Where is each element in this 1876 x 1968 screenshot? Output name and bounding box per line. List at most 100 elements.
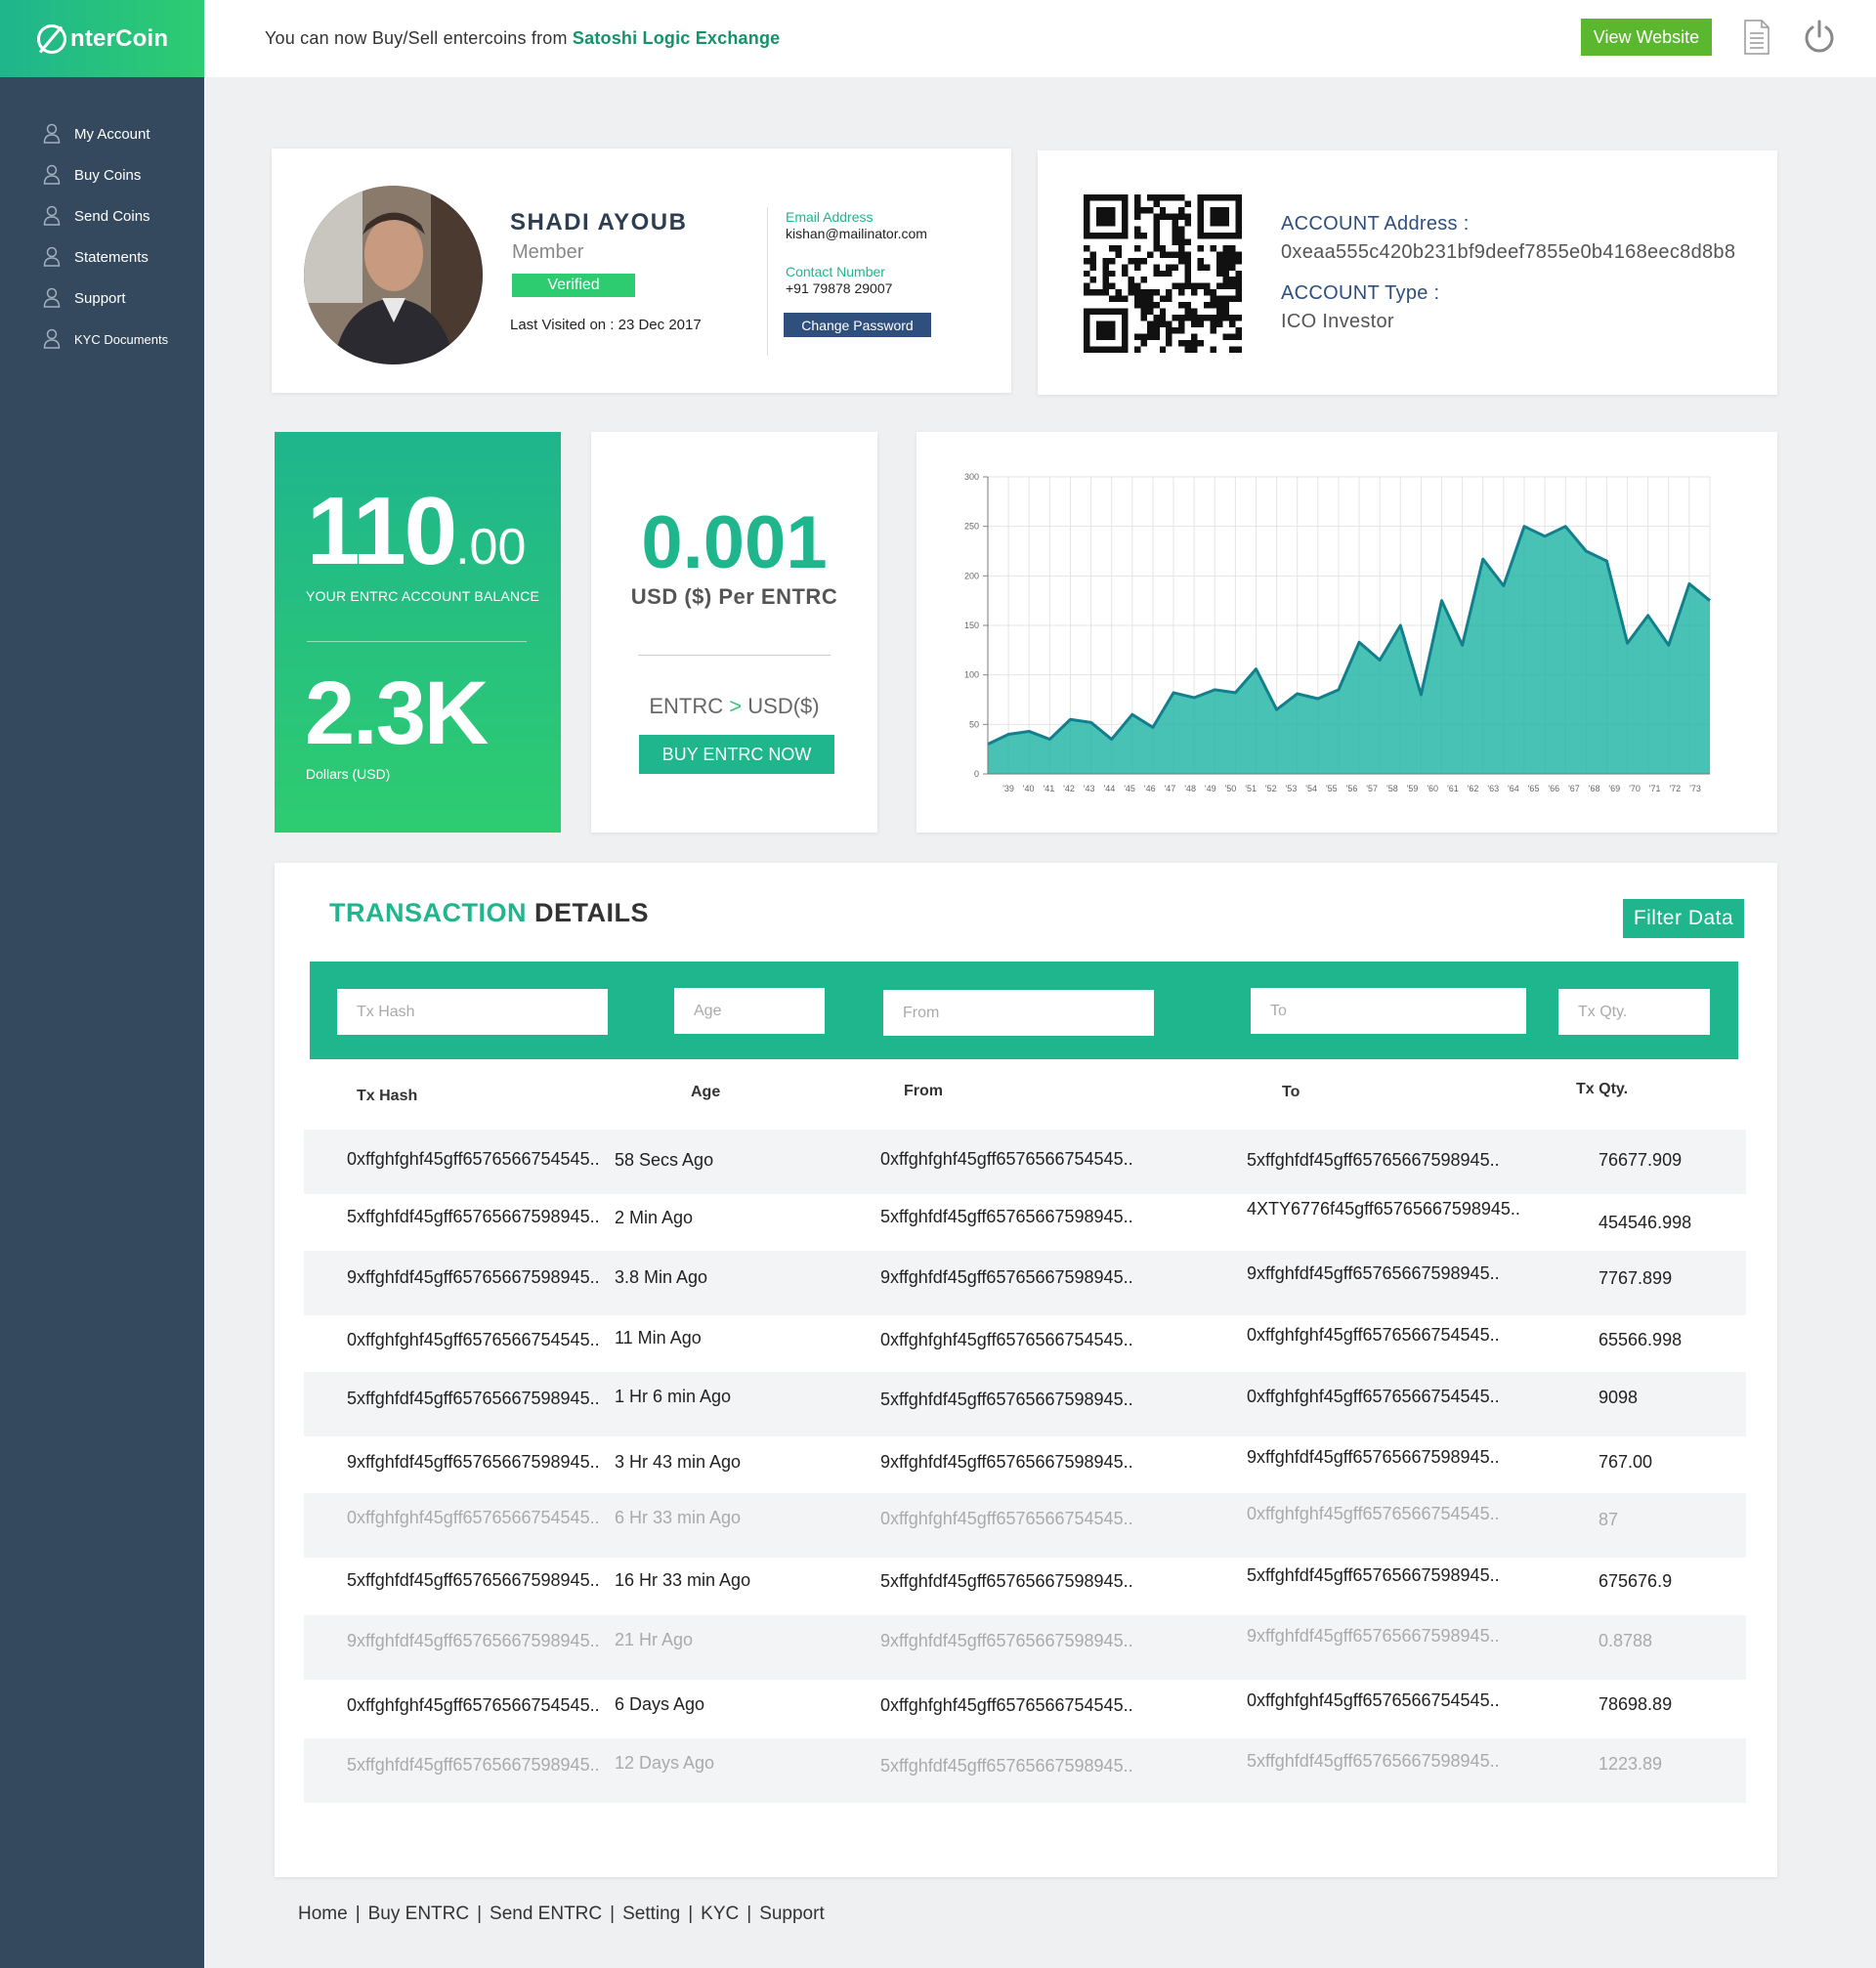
account-address: 0xeaa555c420b231bf9deef7855e0b4168eec8d8… [1281,241,1736,263]
from-cell: 9xffghfdf45gff65765667598945.. [880,1267,1133,1287]
table-row[interactable]: 9xffghfdf45gff65765667598945.. 21 Hr Ago 9… [304,1615,1746,1680]
column-header-tx-hash[interactable]: Tx Hash [357,1088,417,1105]
to-filter-input[interactable] [1251,988,1526,1034]
email-label: Email Address [786,209,874,225]
table-row[interactable]: 0xffghfghf45gff6576566754545.. 11 Min Ago… [304,1312,1746,1377]
age-cell: 21 Hr Ago [615,1630,694,1649]
to-cell: 0xffghfghf45gff6576566754545.. [1247,1504,1500,1523]
tx-qty-cell: 454546.998 [1599,1213,1692,1232]
separator: | [610,1904,616,1924]
sidebar-item-label: Buy Coins [74,166,142,184]
to-cell: 4XTY6776f45gff65765667598945.. [1247,1199,1520,1219]
pair-to: USD($) [747,694,820,718]
entrc-balance-integer: 110 [307,477,457,584]
brand-name: nterCoin [70,24,169,52]
pair-arrow: > [729,694,743,718]
tx-qty-cell: 1223.89 [1599,1754,1663,1774]
x-tick-label: '60 [1427,784,1438,793]
x-tick-label: '54 [1305,784,1317,793]
buy-entrc-button[interactable]: BUY ENTRC NOW [639,735,834,774]
user-icon [43,246,61,268]
footer-link-setting[interactable]: Setting [622,1904,680,1924]
y-tick-label: 300 [964,472,979,482]
table-row[interactable]: 5xffghfdf45gff65765667598945.. 1 Hr 6 min… [304,1372,1746,1436]
profile-name: SHADI AYOUB [510,209,688,235]
x-tick-label: '58 [1386,784,1398,793]
sidebar-item-kyc-documents[interactable]: KYC Documents [0,319,204,360]
rate-label: USD ($) Per ENTRC [630,584,838,609]
x-tick-label: '61 [1447,784,1459,793]
table-row[interactable]: 0xffghfghf45gff6576566754545.. 58 Secs Ag… [304,1130,1746,1194]
user-icon [43,328,61,350]
age-cell: 16 Hr 33 min Ago [615,1570,751,1590]
transaction-details-card: TRANSACTION DETAILS Filter Data Tx Hash … [275,863,1777,1877]
age-filter-input[interactable] [674,988,825,1034]
sidebar-item-send-coins[interactable]: Send Coins [0,195,204,236]
footer-link-kyc[interactable]: KYC [701,1904,739,1924]
balance-card: 110.00 YOUR ENTRC ACCOUNT BALANCE 2.3K D… [275,432,561,833]
price-chart-card: 0 50 100 150 200 250 300 '39 '40 '41 '42 '43 '44 '45 '… [917,432,1777,833]
age-cell: 6 Days Ago [615,1694,705,1714]
to-cell: 9xffghfdf45gff65765667598945.. [1247,1263,1500,1283]
tx-qty-filter-input[interactable] [1558,989,1710,1035]
announcement: You can now Buy/Sell entercoins from Sat… [265,28,780,49]
tx-hash-filter-input[interactable] [337,989,608,1035]
view-website-button[interactable]: View Website [1581,19,1712,56]
table-row[interactable]: 9xffghfdf45gff65765667598945.. 3.8 Min Ag… [304,1251,1746,1315]
to-cell: 9xffghfdf45gff65765667598945.. [1247,1447,1500,1467]
sidebar-item-support[interactable]: Support [0,278,204,319]
table-row[interactable]: 0xffghfghf45gff6576566754545.. 6 Hr 33 mi… [304,1493,1746,1558]
entrc-balance: 110.00 [307,483,526,578]
rate-value: 0.001 [641,501,828,584]
from-cell: 5xffghfdf45gff65765667598945.. [880,1207,1133,1226]
entrc-balance-decimal: .00 [455,519,527,576]
exchange-link[interactable]: Satoshi Logic Exchange [573,28,780,48]
footer-link-send-entrc[interactable]: Send ENTRC [490,1904,602,1924]
document-icon[interactable] [1743,20,1770,55]
column-header-from[interactable]: From [904,1083,943,1100]
from-filter-input[interactable] [883,990,1154,1036]
from-cell: 0xffghfghf45gff6576566754545.. [880,1695,1133,1715]
table-row[interactable]: 0xffghfghf45gff6576566754545.. 6 Days Ago… [304,1678,1746,1742]
age-cell: 6 Hr 33 min Ago [615,1508,742,1527]
table-row[interactable]: 9xffghfdf45gff65765667598945.. 3 Hr 43 mi… [304,1434,1746,1499]
power-icon[interactable] [1803,20,1836,55]
column-header-to[interactable]: To [1282,1084,1300,1101]
table-row[interactable]: 5xffghfdf45gff65765667598945.. 12 Days Ag… [304,1738,1746,1803]
footer-link-home[interactable]: Home [298,1904,348,1924]
user-icon [43,205,61,227]
table-row[interactable]: 5xffghfdf45gff65765667598945.. 2 Min Ago 5… [304,1191,1746,1256]
filter-data-button[interactable]: Filter Data [1623,899,1744,938]
top-bar: You can now Buy/Sell entercoins from Sat… [204,0,1876,77]
divider [767,207,768,356]
sidebar-item-statements[interactable]: Statements [0,236,204,278]
column-header-tx-qty[interactable]: Tx Qty. [1576,1081,1628,1098]
footer-link-buy-entrc[interactable]: Buy ENTRC [368,1904,469,1924]
profile-card: SHADI AYOUB Member Verified Last Visited… [272,149,1011,393]
x-tick-label: '70 [1629,784,1641,793]
sidebar-item-buy-coins[interactable]: Buy Coins [0,154,204,195]
brand-logo[interactable]: nterCoin [0,0,204,77]
to-cell: 5xffghfdf45gff65765667598945.. [1247,1150,1500,1170]
column-header-age[interactable]: Age [691,1084,720,1101]
contact-label: Contact Number [786,264,885,279]
change-password-button[interactable]: Change Password [784,313,931,337]
account-address-label: ACCOUNT Address : [1281,213,1470,235]
sidebar-item-label: My Account [74,125,150,143]
entercoin-logo-icon [37,23,66,54]
x-tick-label: '55 [1326,784,1338,793]
x-tick-label: '48 [1184,784,1196,793]
y-tick-label: 50 [969,719,979,729]
age-cell: 12 Days Ago [615,1753,715,1773]
age-cell: 3.8 Min Ago [615,1267,708,1287]
last-visited: Last Visited on : 23 Dec 2017 [510,317,702,333]
x-tick-label: '49 [1205,784,1216,793]
sidebar-item-my-account[interactable]: My Account [0,113,204,154]
tx-hash-cell: 5xffghfdf45gff65765667598945.. [347,1389,600,1408]
tx-hash-cell: 5xffghfdf45gff65765667598945.. [347,1207,600,1226]
to-cell: 5xffghfdf45gff65765667598945.. [1247,1751,1500,1771]
table-row[interactable]: 5xffghfdf45gff65765667598945.. 16 Hr 33 m… [304,1555,1746,1619]
x-tick-label: '52 [1265,784,1277,793]
x-tick-label: '51 [1245,784,1257,793]
footer-link-support[interactable]: Support [759,1904,825,1924]
